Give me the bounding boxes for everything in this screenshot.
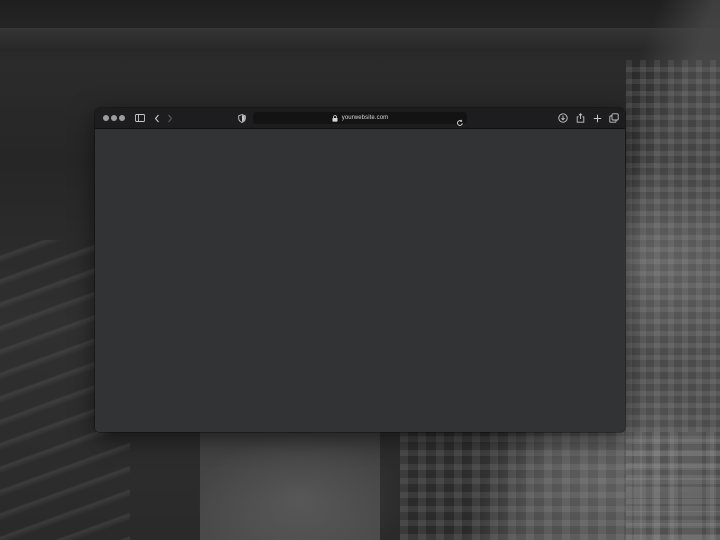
- wallpaper-town-lower: [400, 432, 720, 540]
- sidebar-toggle-icon[interactable]: [134, 112, 146, 124]
- address-url: yourwebsite.com: [341, 115, 389, 121]
- chevron-right-icon[interactable]: [164, 112, 176, 124]
- close-window-button[interactable]: [103, 115, 109, 121]
- wallpaper-horizon: [0, 28, 720, 50]
- reload-icon[interactable]: [456, 114, 464, 126]
- chevron-left-icon[interactable]: [151, 112, 163, 124]
- shield-icon[interactable]: [236, 112, 248, 124]
- lock-icon: [332, 114, 339, 122]
- zoom-window-button[interactable]: [119, 115, 125, 121]
- page-content-area[interactable]: [95, 129, 625, 432]
- address-bar[interactable]: yourwebsite.com: [253, 112, 467, 126]
- download-icon[interactable]: [557, 112, 569, 124]
- plus-icon[interactable]: [591, 112, 603, 124]
- share-icon[interactable]: [574, 112, 586, 124]
- browser-toolbar: yourwebsite.com: [95, 108, 625, 129]
- wallpaper-beach: [200, 432, 380, 540]
- browser-window: yourwebsite.com: [95, 108, 625, 432]
- minimize-window-button[interactable]: [111, 115, 117, 121]
- tabs-icon[interactable]: [608, 112, 620, 124]
